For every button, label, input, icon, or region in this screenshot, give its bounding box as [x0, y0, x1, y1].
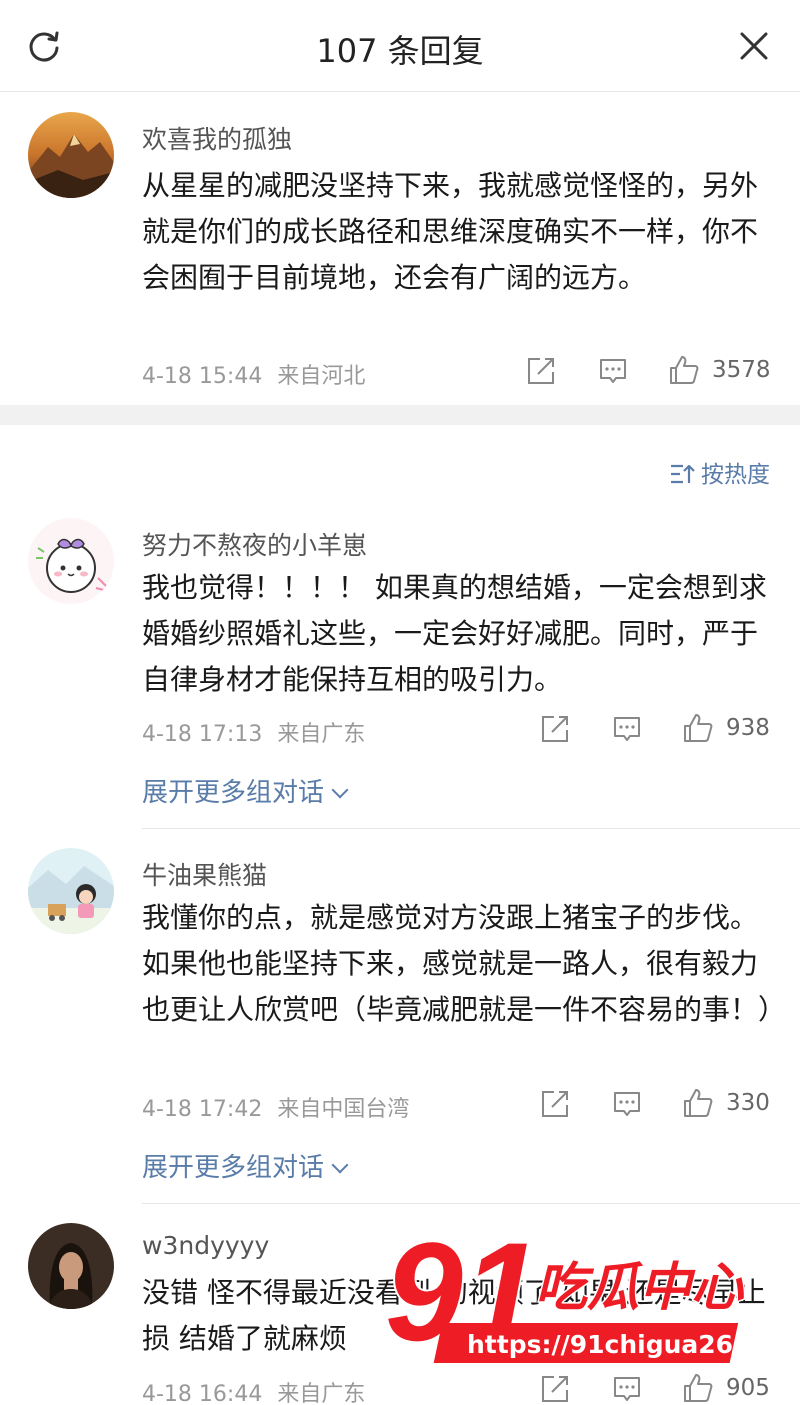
avatar[interactable]	[28, 518, 114, 604]
chevron-down-icon	[331, 781, 349, 799]
comment-text: 我也觉得！！！！ 如果真的想结婚，一定会想到求婚婚纱照婚礼这些，一定会好好减肥。…	[142, 571, 767, 696]
comment-time: 4-18 16:44	[142, 1382, 263, 1405]
chevron-down-icon	[331, 1156, 349, 1174]
comment-username[interactable]: w3ndyyyy	[142, 1231, 269, 1260]
comment-location: 来自广东	[277, 722, 366, 747]
avatar[interactable]	[28, 112, 114, 198]
expand-label: 展开更多组对话	[142, 778, 325, 808]
comment-location: 来自中国台湾	[277, 1097, 410, 1122]
comment-icon[interactable]	[612, 714, 642, 744]
comment-meta: 4-18 16:44 来自广东	[142, 1376, 365, 1405]
comment-location: 来自广东	[277, 1382, 366, 1405]
sort-icon	[671, 464, 695, 484]
divider	[142, 1203, 800, 1204]
avatar[interactable]	[28, 848, 114, 934]
comment-icon[interactable]	[598, 356, 628, 386]
comment-text: 我懂你的点，就是感觉对方没跟上猪宝子的步伐。如果他也能坚持下来，感觉就是一路人，…	[142, 901, 787, 1026]
comment-meta: 4-18 15:44 来自河北	[142, 358, 365, 390]
comment-time: 4-18 15:44	[142, 364, 263, 389]
header-bar: 107 条回复	[0, 0, 800, 92]
sort-button[interactable]: 按热度	[669, 455, 770, 489]
comment-username[interactable]: 牛油果熊猫	[142, 856, 267, 892]
avatar[interactable]	[28, 1223, 114, 1309]
close-icon[interactable]	[738, 30, 770, 62]
like-icon[interactable]	[682, 1087, 714, 1119]
comment-time: 4-18 17:13	[142, 722, 263, 747]
comment-icon[interactable]	[612, 1089, 642, 1119]
comment-username[interactable]: 欢喜我的孤独	[142, 120, 292, 156]
page-title: 107 条回复	[316, 32, 484, 70]
comment-time: 4-18 17:42	[142, 1097, 263, 1122]
expand-conversation-link[interactable]: 展开更多组对话	[142, 1147, 349, 1184]
share-icon[interactable]	[540, 1089, 570, 1119]
watermark-logo: 91 吃瓜中心 https://91chigua26.com	[385, 1225, 785, 1372]
watermark-brand: 吃瓜中心	[535, 1258, 745, 1318]
expand-conversation-link[interactable]: 展开更多组对话	[142, 772, 349, 809]
share-icon[interactable]	[526, 356, 556, 386]
like-icon[interactable]	[682, 712, 714, 744]
comment-meta: 4-18 17:13 来自广东	[142, 716, 365, 748]
comment-username[interactable]: 努力不熬夜的小羊崽	[142, 526, 367, 562]
divider	[142, 828, 800, 829]
like-icon[interactable]	[668, 354, 700, 386]
share-icon[interactable]	[540, 714, 570, 744]
like-count: 3578	[712, 357, 771, 383]
expand-label: 展开更多组对话	[142, 1153, 325, 1183]
section-divider	[0, 405, 800, 425]
watermark-url: https://91chigua26.com	[467, 1330, 785, 1359]
comment-location: 来自河北	[277, 364, 366, 389]
comment-meta: 4-18 17:42 来自中国台湾	[142, 1091, 409, 1123]
comment-text: 从星星的减肥没坚持下来，我就感觉怪怪的，另外就是你们的成长路径和思维深度确实不一…	[142, 169, 759, 294]
sort-label: 按热度	[701, 462, 770, 488]
like-count: 330	[726, 1090, 770, 1116]
like-count: 938	[726, 715, 770, 741]
